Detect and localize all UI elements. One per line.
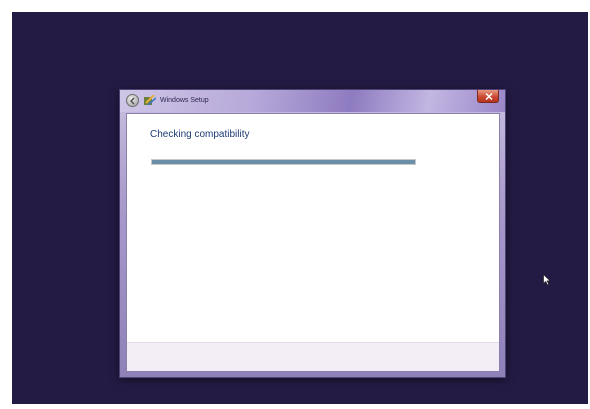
footer-area xyxy=(127,342,499,371)
windows-setup-icon xyxy=(144,95,156,106)
progress-bar-fill xyxy=(152,160,415,164)
title-bar[interactable]: Windows Setup xyxy=(120,90,505,112)
setup-window: Windows Setup Checking compatibility xyxy=(119,89,506,378)
back-button[interactable] xyxy=(126,94,139,107)
mouse-pointer-icon xyxy=(543,274,551,286)
page-heading: Checking compatibility xyxy=(150,129,250,140)
back-arrow-icon xyxy=(130,97,135,105)
close-icon xyxy=(485,93,493,100)
window-title: Windows Setup xyxy=(160,97,209,104)
content-pane: Checking compatibility xyxy=(126,113,500,372)
progress-bar xyxy=(151,159,416,165)
desktop-background: Windows Setup Checking compatibility xyxy=(12,12,588,404)
close-button[interactable] xyxy=(477,90,499,103)
